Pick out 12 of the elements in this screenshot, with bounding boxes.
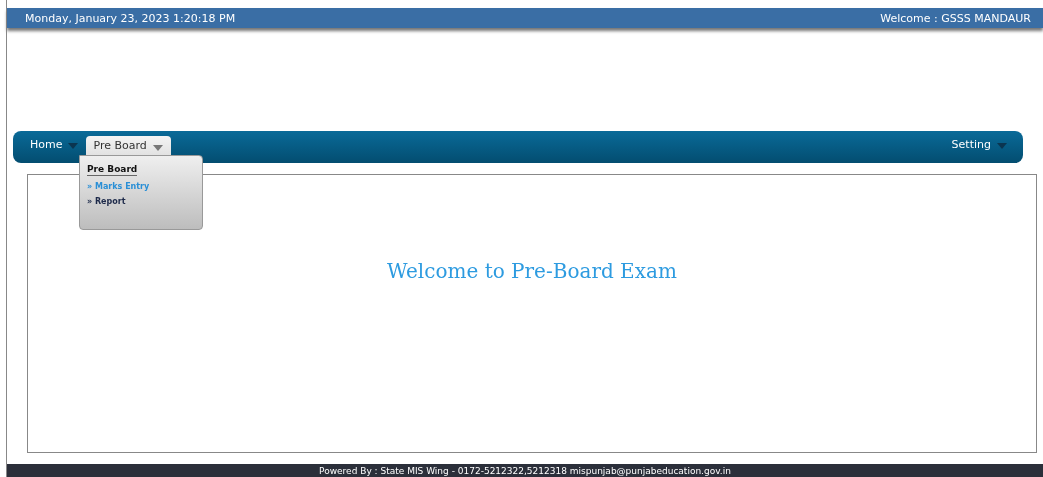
page-heading: Welcome to Pre-Board Exam <box>387 259 677 285</box>
caret-icon <box>152 144 163 151</box>
dropdown-item[interactable]: » Report <box>87 197 202 206</box>
menu-item[interactable]: Pre Board <box>86 136 171 155</box>
caret-icon <box>997 143 1007 149</box>
footer-text: Powered By : State MIS Wing - 0172-5212322,5212318 mispunjab@punjabeducation.gov.in <box>319 465 731 476</box>
dropdown-heading: Pre Board <box>87 164 138 176</box>
caret-icon <box>68 143 79 149</box>
menu-item[interactable]: Setting <box>944 133 1015 155</box>
date-time: Monday, January 23, 2023 1:20:18 PM <box>25 11 236 25</box>
welcome-text: Welcome : GSSS MANDAUR <box>880 11 1031 25</box>
menu-item[interactable]: Home <box>23 133 87 155</box>
